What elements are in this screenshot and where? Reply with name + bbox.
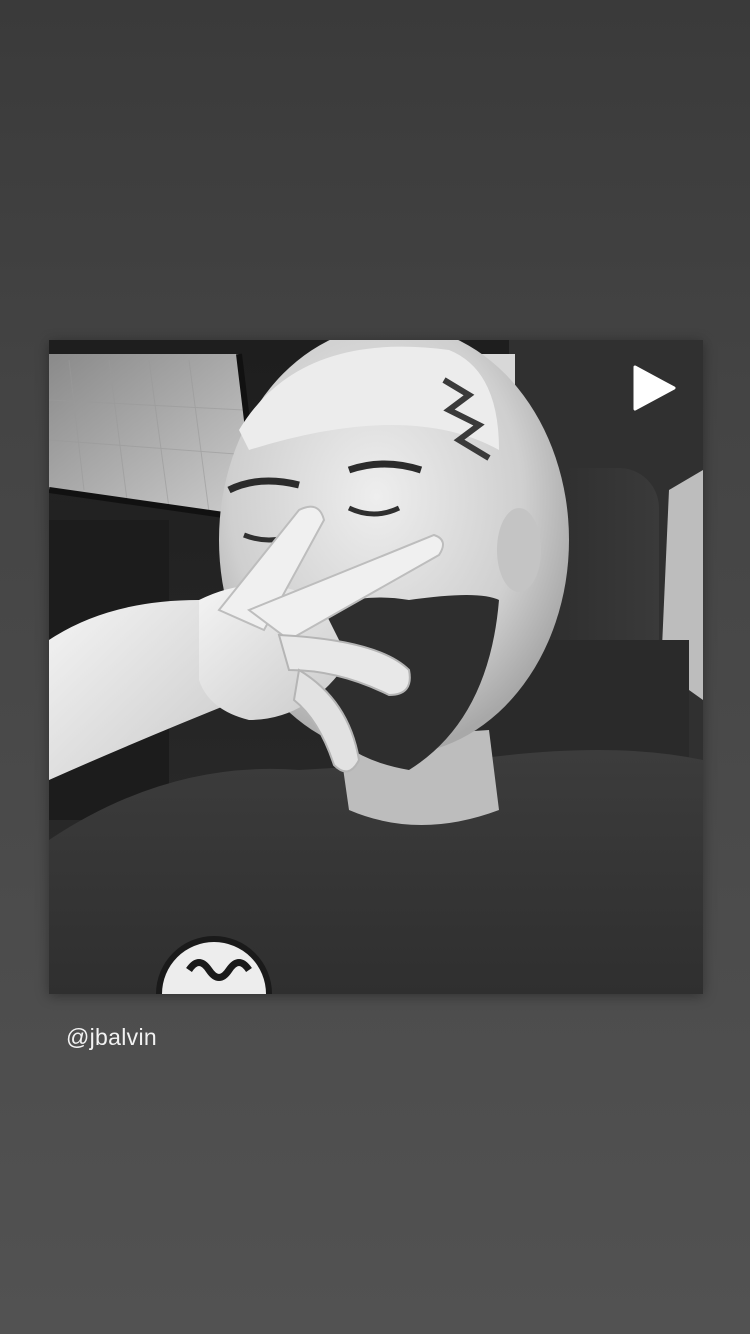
play-icon[interactable] bbox=[631, 364, 677, 412]
post-photo bbox=[49, 340, 703, 994]
shared-post[interactable] bbox=[49, 340, 703, 994]
story-screen[interactable]: @jbalvin bbox=[0, 0, 750, 1334]
mention-username[interactable]: @jbalvin bbox=[66, 1024, 157, 1051]
